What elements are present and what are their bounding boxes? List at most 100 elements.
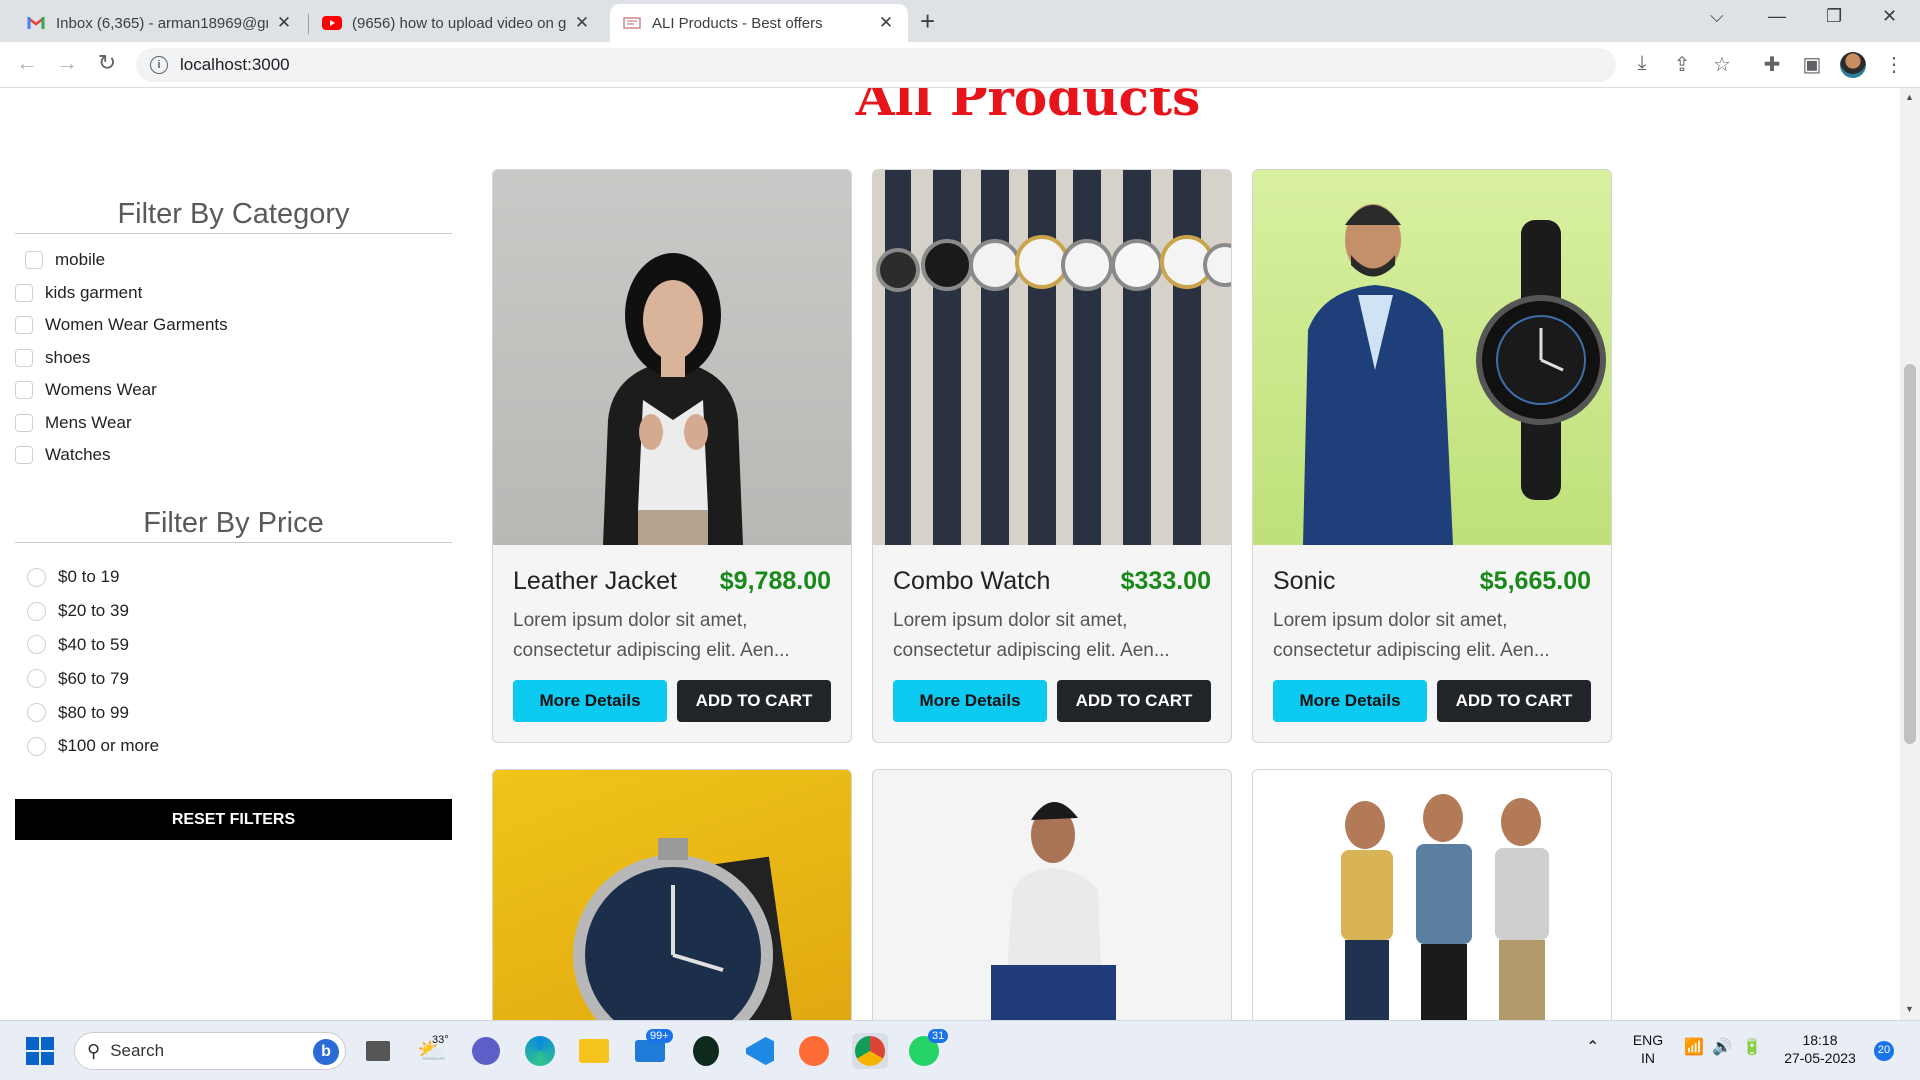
mongodb-compass-icon[interactable] [688, 1033, 724, 1069]
tab-gmail[interactable]: Inbox (6,365) - arman18969@gm ✕ [14, 4, 306, 42]
category-option-women-wear-garments[interactable]: Women Wear Garments [15, 309, 452, 342]
tray-chevron-icon[interactable]: ⌃ [1586, 1039, 1599, 1057]
product-card [492, 769, 852, 1020]
edge-icon[interactable] [522, 1033, 558, 1069]
checkbox[interactable] [15, 381, 33, 400]
taskbar-search[interactable]: ⚲ Search b [74, 1032, 346, 1070]
product-card [1252, 769, 1612, 1020]
windows-start-icon[interactable] [22, 1033, 58, 1069]
chrome-icon[interactable] [852, 1033, 888, 1069]
category-option-mens-wear[interactable]: Mens Wear [15, 407, 452, 440]
more-details-button[interactable]: More Details [1273, 680, 1427, 722]
close-tab-icon[interactable]: ✕ [274, 13, 294, 33]
product-image-leather-jacket[interactable] [493, 170, 851, 545]
price-option-20-39[interactable]: $20 to 39 [27, 594, 452, 628]
product-image-mens-wear[interactable] [873, 770, 1231, 1020]
price-option-100-plus[interactable]: $100 or more [27, 729, 452, 763]
menu-kebab-icon[interactable]: ⋮ [1880, 52, 1908, 77]
product-name: Leather Jacket [513, 567, 677, 595]
radio[interactable] [27, 567, 46, 587]
product-description: Lorem ipsum dolor sit amet, consectetur … [513, 610, 790, 661]
tab-ali-products[interactable]: ALI Products - Best offers ✕ [610, 4, 908, 42]
tab-youtube[interactable]: (9656) how to upload video on g ✕ [310, 4, 604, 42]
language-code: ENG [1632, 1032, 1664, 1048]
notification-count[interactable]: 20 [1874, 1041, 1894, 1061]
tab-title: (9656) how to upload video on g [352, 14, 566, 32]
volume-icon[interactable]: 🔊 [1712, 1039, 1732, 1057]
reload-icon[interactable]: ↻ [92, 50, 122, 76]
checkbox[interactable] [15, 283, 33, 302]
wifi-icon[interactable]: 📶 [1684, 1039, 1704, 1057]
add-to-cart-button[interactable]: ADD TO CART [677, 680, 831, 722]
scroll-up-arrow-icon[interactable]: ▲ [1905, 92, 1914, 102]
product-image-watch[interactable] [493, 770, 851, 1020]
tab-search-chevron-icon[interactable]: ⌵ [1710, 6, 1724, 27]
price-option-0-19[interactable]: $0 to 19 [27, 561, 452, 595]
add-to-cart-button[interactable]: ADD TO CART [1057, 680, 1211, 722]
extensions-icon[interactable]: ✚ [1758, 52, 1786, 77]
file-explorer-icon[interactable] [576, 1033, 612, 1069]
task-view-icon[interactable] [360, 1033, 396, 1069]
whatsapp-badge: 31 [928, 1029, 949, 1043]
meet-icon[interactable] [468, 1033, 504, 1069]
category-option-watches[interactable]: Watches [15, 439, 452, 472]
profile-avatar[interactable] [1840, 52, 1866, 78]
checkbox[interactable] [15, 316, 33, 335]
category-option-shoes[interactable]: shoes [15, 342, 452, 375]
price-option-40-59[interactable]: $40 to 59 [27, 628, 452, 662]
radio[interactable] [27, 703, 46, 723]
price-label: $40 to 59 [58, 634, 129, 654]
minimize-icon[interactable]: — [1768, 6, 1786, 27]
checkbox[interactable] [15, 446, 33, 465]
share-icon[interactable]: ⇪ [1668, 52, 1696, 77]
reset-filters-button[interactable]: RESET FILTERS [15, 799, 452, 841]
more-details-button[interactable]: More Details [513, 680, 667, 722]
info-icon[interactable]: i [150, 56, 168, 74]
back-icon[interactable]: ← [12, 50, 42, 76]
install-icon[interactable]: ⤓ [1628, 52, 1656, 75]
radio[interactable] [27, 669, 46, 689]
radio[interactable] [27, 736, 46, 756]
side-panel-icon[interactable]: ▣ [1798, 52, 1826, 77]
youtube-icon [322, 13, 342, 33]
page-scrollbar[interactable]: ▲ ▼ [1900, 88, 1920, 1020]
new-tab-icon[interactable]: + [920, 6, 935, 37]
category-option-kids-garment[interactable]: kids garment [15, 277, 452, 310]
checkbox[interactable] [15, 413, 33, 432]
close-tab-icon[interactable]: ✕ [572, 13, 592, 33]
product-card: Sonic $5,665.00 Lorem ipsum dolor sit am… [1252, 169, 1612, 743]
vscode-icon[interactable] [742, 1033, 778, 1069]
tab-title: ALI Products - Best offers [652, 14, 823, 32]
close-tab-icon[interactable]: ✕ [876, 13, 896, 33]
product-image-combo-watch[interactable] [873, 170, 1231, 545]
radio[interactable] [27, 601, 46, 621]
price-filter-heading: Filter By Price [15, 507, 452, 543]
checkbox[interactable] [15, 348, 33, 367]
more-details-button[interactable]: More Details [893, 680, 1047, 722]
postman-icon[interactable] [796, 1033, 832, 1069]
close-window-icon[interactable]: ✕ [1882, 6, 1897, 27]
radio[interactable] [27, 635, 46, 655]
add-to-cart-button[interactable]: ADD TO CART [1437, 680, 1591, 722]
restore-icon[interactable]: ❐ [1826, 6, 1842, 27]
category-option-mobile[interactable]: mobile [15, 244, 452, 277]
scrollbar-thumb[interactable] [1904, 364, 1916, 744]
input-language[interactable]: ENG IN [1630, 1031, 1666, 1067]
bing-icon: b [313, 1039, 339, 1065]
clock[interactable]: 18:18 27-05-2023 [1778, 1031, 1862, 1067]
forward-icon[interactable]: → [52, 50, 82, 76]
checkbox[interactable] [25, 251, 43, 270]
product-image-sonic[interactable] [1253, 170, 1611, 545]
address-bar[interactable]: i localhost:3000 [136, 48, 1616, 82]
price-option-80-99[interactable]: $80 to 99 [27, 696, 452, 730]
product-card: Combo Watch $333.00 Lorem ipsum dolor si… [872, 169, 1232, 743]
product-image-group[interactable] [1253, 770, 1611, 1020]
scroll-down-arrow-icon[interactable]: ▼ [1905, 1004, 1914, 1014]
bookmark-star-icon[interactable]: ☆ [1708, 52, 1736, 77]
price-label: $0 to 19 [58, 567, 120, 587]
category-option-womens-wear[interactable]: Womens Wear [15, 374, 452, 407]
battery-icon[interactable]: 🔋 [1742, 1039, 1762, 1057]
mail-badge: 99+ [646, 1029, 673, 1043]
category-label: shoes [45, 347, 91, 367]
price-option-60-79[interactable]: $60 to 79 [27, 662, 452, 696]
